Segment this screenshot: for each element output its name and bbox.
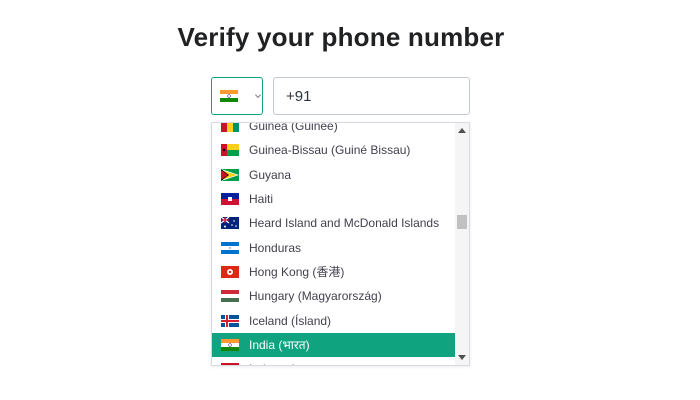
country-option[interactable]: Haiti: [212, 187, 457, 211]
heard-island-flag-icon: [221, 217, 239, 230]
country-option-label: Guyana: [249, 167, 292, 182]
guinea-flag-icon: [221, 123, 239, 133]
phone-number-input[interactable]: [273, 77, 470, 115]
country-option[interactable]: Honduras: [212, 235, 457, 259]
country-option-label: Heard Island and McDonald Islands: [249, 216, 440, 231]
country-option[interactable]: Guinea (Guinée): [212, 122, 457, 138]
country-option[interactable]: Guyana: [212, 163, 457, 187]
scroll-down-arrow-icon[interactable]: [458, 355, 466, 360]
india-flag-icon: [220, 90, 238, 102]
country-option-label: Guinea-Bissau (Guiné Bissau): [249, 143, 411, 158]
chevron-down-icon: [255, 94, 261, 98]
country-option[interactable]: Heard Island and McDonald Islands: [212, 211, 457, 235]
country-option[interactable]: Indonesia: [212, 357, 457, 365]
country-option-label: Guinea (Guinée): [249, 122, 338, 134]
hong-kong-flag-icon: [221, 265, 239, 278]
country-dropdown-list[interactable]: Guinea (Guinée) Guinea-Bissau (Guiné Biss…: [211, 122, 470, 366]
honduras-flag-icon: [221, 241, 239, 254]
country-option[interactable]: Guinea-Bissau (Guiné Bissau): [212, 138, 457, 162]
hungary-flag-icon: [221, 290, 239, 303]
iceland-flag-icon: [221, 314, 239, 327]
page-title: Verify your phone number: [177, 22, 505, 52]
country-code-select[interactable]: [211, 77, 263, 115]
guinea-bissau-flag-icon: [221, 144, 239, 157]
country-option-label: Honduras: [249, 240, 302, 255]
country-option-label: Hong Kong (香港): [249, 265, 345, 280]
dropdown-scrollbar[interactable]: [455, 123, 469, 365]
scroll-up-arrow-icon[interactable]: [458, 128, 466, 133]
country-option-label: Indonesia: [249, 362, 301, 365]
country-option[interactable]: India (भारत): [212, 332, 457, 357]
country-option[interactable]: Iceland (Ísland): [212, 308, 457, 332]
indonesia-flag-icon: [221, 363, 239, 365]
country-option-label: Hungary (Magyarország): [249, 289, 382, 304]
country-option-label: Iceland (Ísland): [249, 313, 332, 328]
country-option[interactable]: Hong Kong (香港): [212, 260, 457, 284]
country-option-label: Haiti: [249, 192, 274, 207]
guyana-flag-icon: [221, 168, 239, 181]
country-option[interactable]: Hungary (Magyarország): [212, 284, 457, 308]
country-list: Guinea (Guinée) Guinea-Bissau (Guiné Biss…: [212, 122, 457, 365]
scroll-thumb[interactable]: [457, 215, 467, 229]
country-option-label: India (भारत): [249, 338, 310, 353]
india-flag-icon: [221, 338, 239, 351]
haiti-flag-icon: [221, 193, 239, 206]
